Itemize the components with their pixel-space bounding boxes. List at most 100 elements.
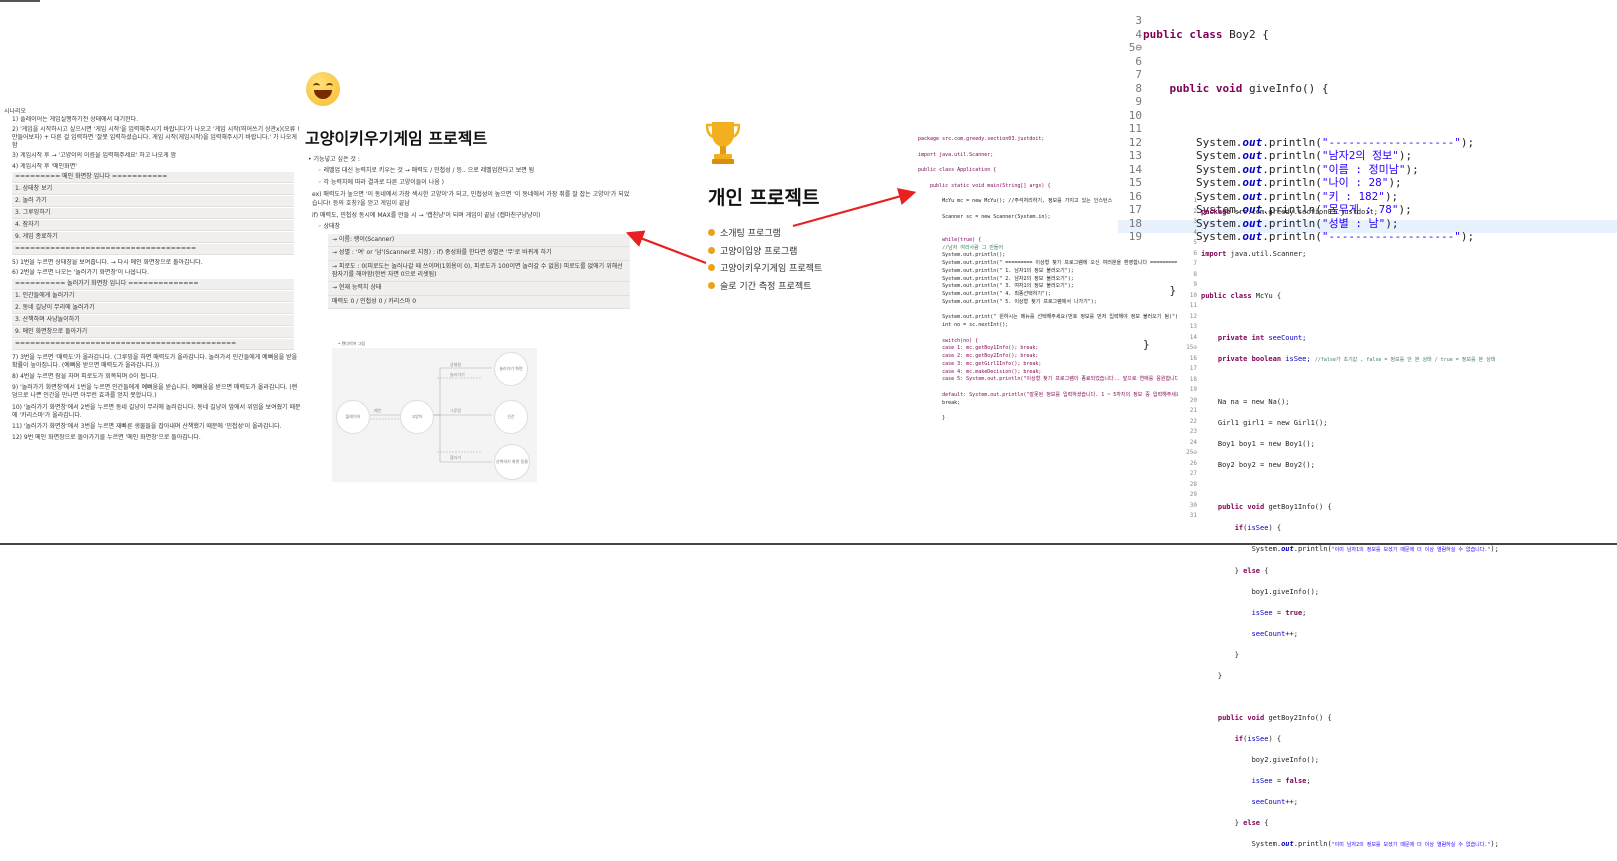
string-literal: "이름 : 정미남" [1321, 162, 1406, 176]
line-number: 6 [1135, 54, 1142, 68]
code-line: System.out.println(" ========= 이상형 찾기 프로… [918, 260, 1178, 266]
line-number: 8 [1193, 270, 1197, 278]
string-literal: "나이 : 28" [1321, 176, 1389, 189]
line-number: 5 [1193, 239, 1197, 246]
line-number: 17 [1128, 203, 1142, 216]
code-statement: boy2.giveInfo(); [1251, 755, 1320, 764]
instance-decl: Boy1 boy1 = new Boy1(); [1217, 439, 1315, 448]
line-number: 7 [1135, 68, 1142, 81]
code-line: System.out.println(" 5. 이상형 찾기 프로그램에서 나가… [918, 298, 1097, 305]
line-number: 26 [1189, 459, 1197, 467]
line-number: 12 [1128, 135, 1142, 149]
line-number: 12 [1189, 312, 1197, 320]
line-number: 22 [1189, 417, 1197, 425]
code-line: default: System.out.println("잘못된 정보를 입력하… [918, 391, 1178, 398]
line-number: 24 [1189, 438, 1197, 446]
code-line: switch(no) { [918, 337, 979, 344]
line-number: 9 [1193, 281, 1197, 288]
line-number: 17 [1189, 365, 1197, 372]
line-number: 18 [1189, 375, 1197, 383]
code-line: System.out.println(" 3. 여자1의 정보 불러오기"); [918, 283, 1074, 290]
instance-decl: Na na = new Na(); [1217, 397, 1290, 406]
code-line: int no = sc.nextInt(); [918, 322, 1009, 328]
line-number: 31 [1189, 512, 1197, 519]
line-number: 21 [1189, 407, 1197, 414]
line-number: 3 [1135, 14, 1142, 27]
line-number: 15⊖ [1186, 344, 1197, 351]
code-line: } [918, 415, 946, 421]
line-number: 5⊖ [1128, 41, 1142, 54]
line-number: 9 [1135, 95, 1142, 108]
bottom-divider [0, 543, 1617, 545]
method-name: getBoy2Info [1268, 713, 1315, 722]
code-line: break; [918, 399, 961, 406]
line-number: 20 [1189, 396, 1197, 404]
line-number: 8 [1135, 81, 1142, 95]
line-number: 19 [1128, 230, 1142, 243]
line-number: 16 [1128, 189, 1142, 203]
line-number: 10 [1189, 291, 1197, 299]
string-literal: "-------------------" [1321, 135, 1461, 149]
line-number: 14 [1128, 162, 1142, 176]
line-number: 7 [1193, 260, 1197, 267]
line-number: 29 [1189, 491, 1197, 498]
line-number: 10 [1128, 108, 1142, 122]
code-line: System.out.println(" 4. 최종선택하기"); [918, 291, 1051, 297]
string-literal: "남자2의 정보" [1321, 149, 1399, 162]
line-number: 2 [1193, 207, 1197, 215]
line-number: 27 [1189, 470, 1197, 477]
line-number: 11 [1189, 302, 1197, 309]
class-name: Boy2 [1229, 27, 1256, 41]
line-number: 19 [1189, 386, 1197, 393]
line-number: 4 [1135, 27, 1142, 41]
code-line: System.out.println(" 1. 남자1의 정보 불러오기"); [918, 267, 1074, 274]
println-line: System.out.println("-------------------"… [1143, 135, 1475, 149]
class-name: McYu [1255, 291, 1273, 300]
line-numbers-boy2: 3 4 5⊖ 6 7 8 9 10 11 12 13 14 15 16 17 18 19 [1118, 14, 1142, 244]
code-line: case 5: System.out.println("이상형 찾기 프로그램이… [918, 376, 1178, 383]
code-statement: boy1.giveInfo(); [1251, 587, 1320, 596]
field-decl: isSee; [1285, 354, 1311, 363]
line-number: 16 [1189, 354, 1197, 362]
field-decl: seeCount; [1268, 333, 1307, 342]
line-number: 28 [1189, 480, 1197, 488]
line-number: 30 [1189, 501, 1197, 509]
method-name: getBoy1Info [1268, 502, 1315, 511]
package-decl: src.com.greedy.section03.justdoit; [1234, 207, 1379, 216]
arrow-to-cat-page [625, 230, 707, 265]
import-decl: java.util.Scanner; [1230, 249, 1307, 258]
line-number: 18 [1128, 216, 1142, 230]
println-line: System.out.println("이름 : 정미남"); [1143, 162, 1419, 176]
println-line: System.out.println("나이 : 28"); [1143, 176, 1402, 189]
line-number: 6 [1193, 249, 1197, 257]
code-line: case 1: mc.getBoy1Info(); break; [918, 345, 1039, 352]
line-number: 25⊖ [1186, 449, 1197, 456]
code-line: case 2: mc.getBoy2Info(); break; [918, 353, 1039, 359]
arrow-to-code [792, 188, 917, 228]
line-number: 4 [1193, 228, 1197, 236]
code-mcyu: package src.com.greedy.section03.justdoi… [1201, 207, 1499, 848]
code-line: System.out.println(); [918, 252, 1006, 259]
line-number: 11 [1128, 122, 1142, 135]
string-literal: "이미 남자2의 정보를 보셨기 때문에 더 이상 열람하실 수 없습니다." [1331, 841, 1491, 848]
instance-decl: Girl1 girl1 = new Girl1(); [1217, 418, 1328, 427]
line-number: 1 [1193, 197, 1197, 204]
line-number: 23 [1189, 428, 1197, 435]
line-numbers-mcyu: 1 2 3 4 5 6 7 8 9 10 11 12 13 14 15⊖ 16 17 18 19 20 21 22 23 24… [1175, 196, 1197, 522]
string-literal: "이미 남자1의 정보를 보셨기 때문에 더 이상 열람하실 수 없습니다." [1331, 546, 1491, 553]
line-number: 13 [1128, 149, 1142, 162]
code-line: case 3: mc.getGirl1Info(); break; [918, 360, 1042, 367]
line-number: 14 [1189, 333, 1197, 341]
code-line: //남자 여러사람 그 만들어 [918, 244, 1004, 251]
code-line: System.out.print(" 원하시는 메뉴를 선택해주세요(번호 정보… [918, 314, 1178, 321]
method-name: giveInfo [1248, 81, 1302, 95]
code-comment: //false가 초기값 , false = 정보를 안 본 상태 / true… [1314, 356, 1496, 363]
println-line: System.out.println("남자2의 정보"); [1143, 149, 1413, 162]
line-number: 13 [1189, 323, 1197, 330]
instance-decl: Boy2 boy2 = new Boy2(); [1217, 460, 1315, 469]
line-number: 3 [1193, 218, 1197, 225]
line-number: 15 [1128, 176, 1142, 189]
